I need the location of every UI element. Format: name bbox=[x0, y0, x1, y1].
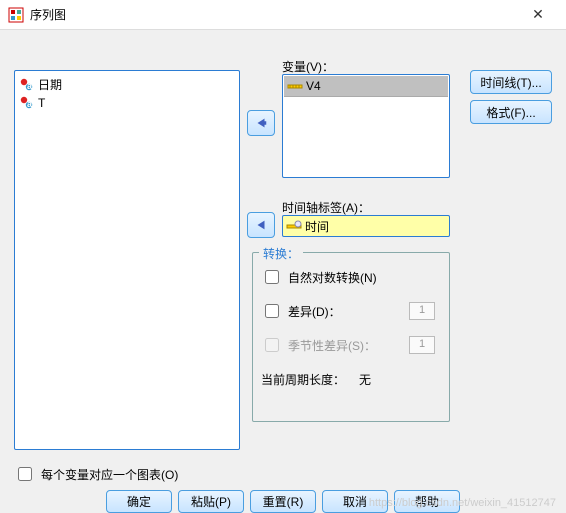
dialog-content: a 日期 a T 变量(V)： V4 时间轴标签(A)： 时间 时间线(T)..… bbox=[0, 30, 566, 513]
scale-icon bbox=[287, 78, 303, 94]
list-item[interactable]: a 日期 bbox=[17, 75, 237, 94]
checkbox-label: 自然对数转换(N) bbox=[288, 269, 377, 286]
seasonal-difference-row: 季节性差异(S)： 1 bbox=[261, 335, 441, 355]
list-item[interactable]: a T bbox=[17, 94, 237, 112]
list-item[interactable]: V4 bbox=[284, 76, 448, 97]
reset-button[interactable]: 重置(R) bbox=[250, 490, 316, 513]
period-length-label: 当前周期长度： bbox=[261, 371, 345, 388]
format-button[interactable]: 格式(F)... bbox=[470, 100, 552, 124]
move-to-variables-button[interactable] bbox=[247, 110, 275, 136]
cancel-button[interactable]: 取消 bbox=[322, 490, 388, 513]
log-transform-row: 自然对数转换(N) bbox=[261, 267, 441, 287]
nominal-icon: a bbox=[19, 77, 35, 93]
period-length-value: 无 bbox=[359, 371, 371, 388]
close-button[interactable]: ✕ bbox=[518, 6, 558, 23]
variables-label: 变量(V)： bbox=[282, 58, 334, 75]
paste-button[interactable]: 粘贴(P) bbox=[178, 490, 244, 513]
list-item-label: 日期 bbox=[38, 76, 62, 93]
scale-icon bbox=[286, 218, 302, 234]
window-title: 序列图 bbox=[30, 6, 518, 23]
ok-button[interactable]: 确定 bbox=[106, 490, 172, 513]
arrow-left-icon bbox=[254, 116, 268, 130]
list-item-label: T bbox=[38, 96, 45, 110]
nominal-icon: a bbox=[19, 95, 35, 111]
checkbox-label: 季节性差异(S)： bbox=[288, 337, 376, 354]
each-variable-chart-row: 每个变量对应一个图表(O) bbox=[14, 464, 178, 484]
difference-value: 1 bbox=[409, 302, 435, 320]
fieldset-legend: 转换： bbox=[259, 245, 303, 262]
variables-listbox[interactable]: V4 bbox=[282, 74, 450, 178]
transform-fieldset: 转换： 自然对数转换(N) 差异(D)： 1 季节性差异(S)： 1 当前周期长… bbox=[252, 252, 450, 422]
time-axis-value: 时间 bbox=[305, 218, 329, 235]
arrow-left-icon bbox=[254, 218, 268, 232]
checkbox-label: 差异(D)： bbox=[288, 303, 341, 320]
seasonal-difference-value: 1 bbox=[409, 336, 435, 354]
time-axis-label: 时间轴标签(A)： bbox=[282, 199, 370, 216]
source-variable-list[interactable]: a 日期 a T bbox=[14, 70, 240, 450]
list-item-label: V4 bbox=[306, 79, 321, 93]
period-length-row: 当前周期长度： 无 bbox=[261, 371, 441, 388]
checkbox-label: 每个变量对应一个图表(O) bbox=[41, 466, 178, 483]
help-button[interactable]: 帮助 bbox=[394, 490, 460, 513]
seasonal-difference-checkbox bbox=[265, 338, 279, 352]
difference-row: 差异(D)： 1 bbox=[261, 301, 441, 321]
title-bar: 序列图 ✕ bbox=[0, 0, 566, 30]
move-to-timeaxis-button[interactable] bbox=[247, 212, 275, 238]
svg-text:a: a bbox=[27, 81, 33, 91]
each-variable-chart-checkbox[interactable] bbox=[18, 467, 32, 481]
log-transform-checkbox[interactable] bbox=[265, 270, 279, 284]
timeline-button[interactable]: 时间线(T)... bbox=[470, 70, 552, 94]
difference-checkbox[interactable] bbox=[265, 304, 279, 318]
dialog-button-row: 确定 粘贴(P) 重置(R) 取消 帮助 bbox=[0, 490, 566, 513]
svg-text:a: a bbox=[27, 99, 33, 109]
app-icon bbox=[8, 7, 24, 23]
time-axis-field[interactable]: 时间 bbox=[282, 215, 450, 237]
